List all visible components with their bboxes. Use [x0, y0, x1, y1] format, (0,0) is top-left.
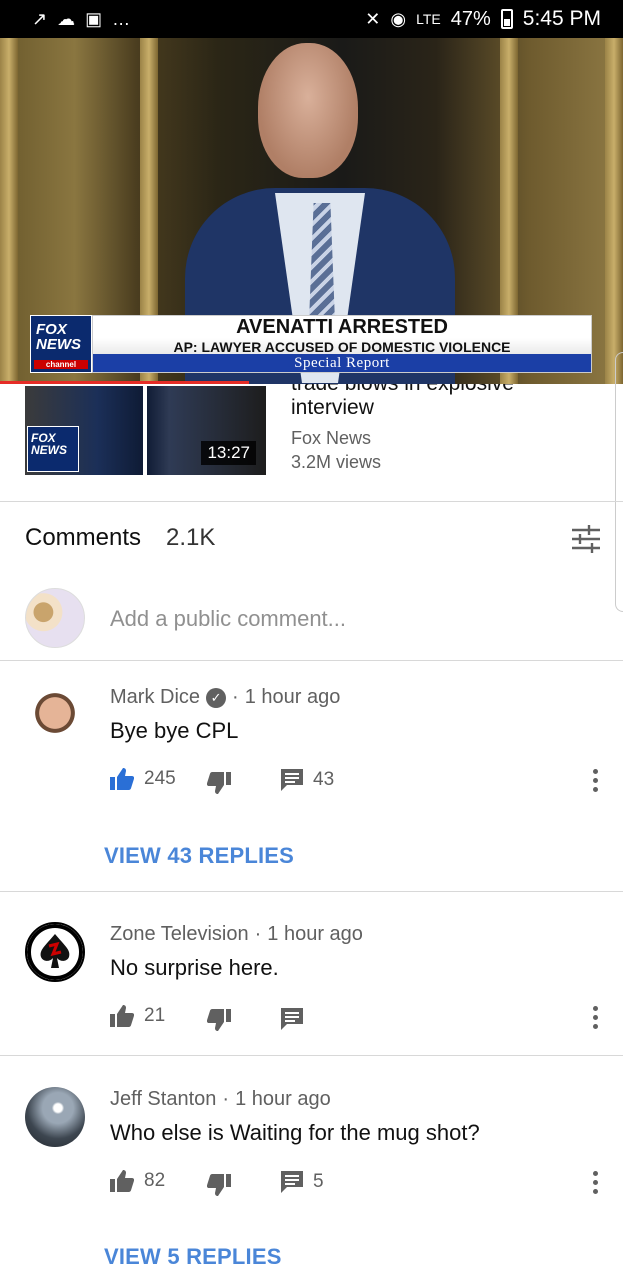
fox-news-logo-text: FOX NEWS: [36, 321, 81, 353]
like-button[interactable]: 21: [110, 1005, 165, 1027]
more-options-icon[interactable]: [590, 769, 600, 795]
status-bar: ↗ ☁ ▣ … ✕ ◉ LTE 47% 5:45 PM: [0, 0, 623, 38]
thumbs-down-icon: [207, 772, 231, 794]
comment-author[interactable]: Mark Dice: [110, 686, 200, 709]
comments-count: 2.1K: [166, 524, 216, 551]
comment-separator: ·: [222, 1088, 230, 1110]
special-report-banner: Special Report: [93, 354, 591, 372]
news-lower-third: FOX NEWS channel AVENATTI ARRESTED AP: L…: [30, 315, 592, 373]
cloud-upload-icon: ☁: [57, 9, 76, 29]
mute-icon: ✕: [365, 9, 381, 29]
like-count: 245: [144, 768, 176, 789]
reply-button[interactable]: 5: [281, 1171, 324, 1193]
avatar-zone-television[interactable]: [25, 922, 85, 982]
related-video[interactable]: FOX NEWS 13:27 trade blows in explosive …: [0, 384, 623, 501]
scroll-indicator[interactable]: [615, 352, 623, 612]
battery-percent: 47%: [450, 7, 491, 30]
avatar-mark-dice[interactable]: [25, 686, 85, 746]
related-channel: Fox News: [291, 428, 372, 448]
fox-channel-tag: channel: [34, 360, 88, 369]
fox-news-logo: FOX NEWS channel: [30, 315, 92, 373]
related-title-cut: trade blows in explosive: [291, 384, 514, 396]
call-missed-icon: ↗: [32, 9, 48, 29]
thumbs-up-icon: [110, 1170, 134, 1192]
related-title[interactable]: interview: [291, 396, 374, 420]
like-count: 82: [144, 1170, 166, 1191]
view-replies-link[interactable]: VIEW 43 REPLIES: [104, 843, 294, 869]
view-replies-link[interactable]: VIEW 5 REPLIES: [104, 1244, 282, 1270]
headline-box: AVENATTI ARRESTED AP: LAWYER ACCUSED OF …: [92, 315, 592, 373]
reply-count: 43: [313, 769, 335, 790]
comment-text: Who else is Waiting for the mug shot?: [110, 1120, 480, 1145]
image-icon: ▣: [85, 9, 103, 29]
thumbs-up-icon: [110, 768, 134, 790]
comment-author-line: Mark Dice ✓ · 1 hour ago: [110, 686, 340, 709]
comments-title: Comments: [25, 524, 142, 551]
thumbs-down-icon: [207, 1174, 231, 1196]
thumbnail-fox-logo: FOX NEWS: [27, 426, 79, 472]
reply-icon: [281, 1171, 303, 1193]
comment-time: 1 hour ago: [235, 1088, 331, 1110]
divider: [0, 501, 623, 502]
comment-author-line: Zone Television · 1 hour ago: [110, 923, 363, 946]
like-count: 21: [144, 1005, 166, 1026]
thumbnail-split: [143, 386, 147, 475]
comment-author-line: Jeff Stanton · 1 hour ago: [110, 1088, 331, 1111]
comment-text: No surprise here.: [110, 955, 279, 980]
reply-icon: [281, 1008, 303, 1030]
add-comment-input[interactable]: Add a public comment...: [110, 606, 346, 632]
dislike-button[interactable]: [207, 1174, 231, 1196]
thumbs-down-icon: [207, 1009, 231, 1031]
related-thumbnail[interactable]: FOX NEWS 13:27: [25, 386, 266, 475]
sort-filter-icon[interactable]: [570, 524, 602, 554]
reply-icon: [281, 769, 303, 791]
reply-button[interactable]: 43: [281, 769, 334, 791]
door-frame-left: [0, 38, 18, 384]
reply-button[interactable]: [281, 1008, 303, 1030]
comment-separator: ·: [232, 686, 239, 708]
dislike-button[interactable]: [207, 772, 231, 794]
clock: 5:45 PM: [522, 7, 601, 30]
status-right-icons: ✕ ◉ LTE 47% 5:45 PM: [365, 7, 601, 31]
comment-text: Bye bye CPL: [110, 718, 239, 743]
verified-check-icon: ✓: [206, 687, 227, 708]
alarm-icon: ◉: [390, 9, 407, 29]
more-notifications-icon: …: [112, 9, 131, 29]
thumbs-up-icon: [110, 1005, 134, 1027]
related-views: 3.2M views: [291, 452, 382, 472]
my-avatar[interactable]: [25, 588, 85, 648]
door-frame-right-outer: [605, 38, 623, 384]
divider: [0, 1055, 623, 1056]
spade-logo-icon: [27, 924, 83, 980]
comment-author[interactable]: Jeff Stanton: [110, 1088, 216, 1111]
more-options-icon[interactable]: [590, 1006, 600, 1032]
headline: AVENATTI ARRESTED: [236, 316, 448, 338]
divider: [0, 660, 623, 661]
reply-count: 5: [313, 1171, 324, 1192]
battery-icon: [500, 9, 513, 29]
comment-time: 1 hour ago: [244, 686, 341, 708]
comment-separator: ·: [254, 923, 262, 945]
like-button[interactable]: 245: [110, 768, 176, 790]
comment-author[interactable]: Zone Television: [110, 923, 249, 946]
avatar-jeff-stanton[interactable]: [25, 1087, 85, 1147]
video-player[interactable]: FOX NEWS channel AVENATTI ARRESTED AP: L…: [0, 38, 623, 384]
person-head: [258, 43, 358, 178]
like-button[interactable]: 82: [110, 1170, 165, 1192]
signal-icon: LTE: [416, 11, 441, 27]
more-options-icon[interactable]: [590, 1171, 600, 1197]
dislike-button[interactable]: [207, 1009, 231, 1031]
divider: [0, 891, 623, 892]
status-left-icons: ↗ ☁ ▣ …: [32, 10, 130, 28]
comment-time: 1 hour ago: [267, 923, 363, 945]
video-duration: 13:27: [201, 441, 256, 465]
